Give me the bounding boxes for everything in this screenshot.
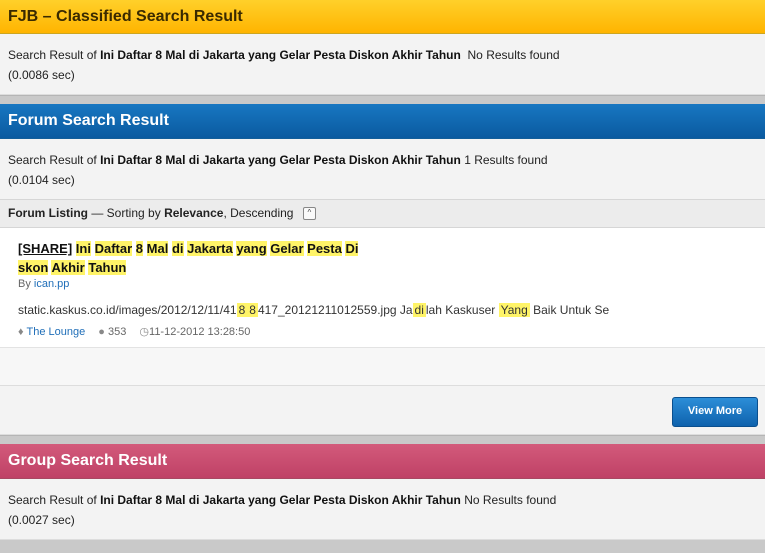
group-time: (0.0027 sec) <box>8 513 75 527</box>
fjb-section: FJB – Classified Search Result Search Re… <box>0 0 765 104</box>
by-prefix: By <box>18 278 31 290</box>
snippet-text: Baik Untuk Se <box>533 303 610 317</box>
tag-icon: ♦ <box>18 326 24 338</box>
title-word: Daftar <box>94 241 133 256</box>
snippet-highlight: di <box>412 303 426 317</box>
forum-time: (0.0104 sec) <box>8 173 75 187</box>
forum-link[interactable]: The Lounge <box>26 326 85 338</box>
group-summary: Search Result of Ini Daftar 8 Mal di Jak… <box>0 479 765 540</box>
view-more-button[interactable]: View More <box>672 397 758 427</box>
group-query: Ini Daftar 8 Mal di Jakarta yang Gelar P… <box>100 493 461 507</box>
title-word: Gelar <box>270 241 304 256</box>
snippet-highlight: 8 <box>236 303 248 317</box>
fjb-query: Ini Daftar 8 Mal di Jakarta yang Gelar P… <box>100 48 461 62</box>
forum-result-count: 1 Results found <box>464 153 548 167</box>
forum-tag: ♦ The Lounge <box>18 326 88 338</box>
snippet-highlight: 8 <box>247 303 258 317</box>
title-word: di <box>171 241 184 256</box>
snippet-text: 417_20121211012559.jpg Ja <box>257 303 413 317</box>
forum-header: Forum Search Result <box>0 104 765 139</box>
forum-query: Ini Daftar 8 Mal di Jakarta yang Gelar P… <box>100 153 461 167</box>
forum-prefix: Search Result of <box>8 153 97 167</box>
snippet-text: lah Kaskuser <box>425 303 496 317</box>
title-word: Akhir <box>51 260 85 275</box>
thread-meta: ♦ The Lounge ● 353 ◷11-12-2012 13:28:50 <box>18 325 747 338</box>
title-word: Di <box>345 241 359 256</box>
title-word: Tahun <box>88 260 127 275</box>
title-word: Mal <box>146 241 169 256</box>
group-prefix: Search Result of <box>8 493 97 507</box>
group-section: Group Search Result Search Result of Ini… <box>0 444 765 540</box>
thread-byline: By ican.pp <box>18 278 747 290</box>
title-word: 8 <box>135 241 144 256</box>
group-header: Group Search Result <box>0 444 765 479</box>
title-word: Ini <box>75 241 91 256</box>
thread-date: ◷11-12-2012 13:28:50 <box>139 326 250 338</box>
forum-summary: Search Result of Ini Daftar 8 Mal di Jak… <box>0 139 765 199</box>
section-gap <box>0 435 765 444</box>
snippet-text: static.kaskus.co.id/images/2012/12/11/41 <box>18 303 237 317</box>
fjb-summary: Search Result of Ini Daftar 8 Mal di Jak… <box>0 34 765 95</box>
snippet-highlight: Yang <box>498 303 530 317</box>
reply-count-value: 353 <box>107 326 127 338</box>
section-gap <box>0 95 765 104</box>
forum-section: Forum Search Result Search Result of Ini… <box>0 104 765 444</box>
comment-icon: ● <box>98 326 105 338</box>
title-word: Pesta <box>307 241 342 256</box>
thread-date-value: 11-12-2012 13:28:50 <box>149 326 251 338</box>
author-link[interactable]: ican.pp <box>34 278 69 290</box>
forum-listing-bar: Forum Listing — Sorting by Relevance, De… <box>0 199 765 228</box>
sort-order: , Descending <box>223 206 294 220</box>
collapse-toggle-icon[interactable]: ^ <box>302 207 316 221</box>
title-word: yang <box>236 241 267 256</box>
sort-field: Relevance <box>164 206 224 220</box>
group-result-count: No Results found <box>464 493 557 507</box>
clock-icon: ◷ <box>139 326 150 338</box>
fjb-result-count: No Results found <box>467 48 560 62</box>
sorting-prefix: — Sorting by <box>91 206 161 220</box>
fjb-header: FJB – Classified Search Result <box>0 0 765 34</box>
thread-snippet: static.kaskus.co.id/images/2012/12/11/41… <box>18 301 747 319</box>
empty-row <box>0 348 765 386</box>
forum-result-item: [SHARE] Ini Daftar 8 Mal di Jakarta yang… <box>0 228 765 348</box>
reply-count: ● 353 <box>98 326 129 338</box>
fjb-prefix: Search Result of <box>8 48 97 62</box>
title-word: skon <box>18 260 49 275</box>
forum-footer: View More <box>0 386 765 435</box>
fjb-time: (0.0086 sec) <box>8 68 75 82</box>
thread-prefix-tag: [SHARE] <box>18 241 73 256</box>
title-word: Jakarta <box>187 241 233 256</box>
thread-title-link[interactable]: [SHARE] Ini Daftar 8 Mal di Jakarta yang… <box>18 239 747 277</box>
forum-listing-label: Forum Listing <box>8 206 88 220</box>
